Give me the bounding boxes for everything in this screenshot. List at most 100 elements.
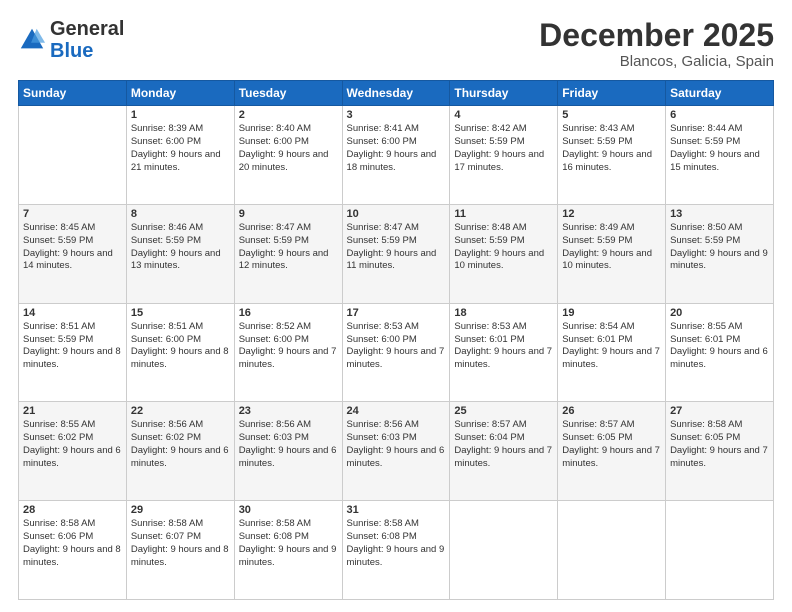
col-sunday: Sunday	[19, 81, 127, 106]
table-row: 24 Sunrise: 8:56 AM Sunset: 6:03 PM Dayli…	[342, 402, 450, 501]
day-number: 22	[131, 405, 230, 417]
day-number: 23	[239, 405, 338, 417]
cell-info: Sunrise: 8:55 AM Sunset: 6:02 PM Dayligh…	[23, 419, 122, 470]
cell-info: Sunrise: 8:57 AM Sunset: 6:05 PM Dayligh…	[562, 419, 661, 470]
table-row: 21 Sunrise: 8:55 AM Sunset: 6:02 PM Dayli…	[19, 402, 127, 501]
cell-info: Sunrise: 8:53 AM Sunset: 6:01 PM Dayligh…	[454, 321, 553, 372]
cell-info: Sunrise: 8:57 AM Sunset: 6:04 PM Dayligh…	[454, 419, 553, 470]
day-number: 2	[239, 109, 338, 121]
month-title: December 2025	[539, 18, 774, 53]
table-row: 18 Sunrise: 8:53 AM Sunset: 6:01 PM Dayli…	[450, 303, 558, 402]
table-row: 9 Sunrise: 8:47 AM Sunset: 5:59 PM Daylig…	[234, 204, 342, 303]
table-row: 26Sunrise: 8:57 AM Sunset: 6:05 PM Dayli…	[558, 402, 666, 501]
day-number: 10	[347, 208, 446, 220]
col-wednesday: Wednesday	[342, 81, 450, 106]
table-row: 22Sunrise: 8:56 AM Sunset: 6:02 PM Dayli…	[126, 402, 234, 501]
day-number: 21	[23, 405, 122, 417]
day-number: 6	[670, 109, 769, 121]
day-number: 9	[239, 208, 338, 220]
cell-info: Sunrise: 8:58 AM Sunset: 6:07 PM Dayligh…	[131, 518, 230, 569]
table-row: 2 Sunrise: 8:40 AM Sunset: 6:00 PM Daylig…	[234, 106, 342, 205]
col-monday: Monday	[126, 81, 234, 106]
day-number: 7	[23, 208, 122, 220]
day-number: 14	[23, 307, 122, 319]
day-number: 30	[239, 504, 338, 516]
day-number: 31	[347, 504, 446, 516]
table-row	[666, 501, 774, 600]
table-row	[19, 106, 127, 205]
cell-info: Sunrise: 8:58 AM Sunset: 6:08 PM Dayligh…	[239, 518, 338, 569]
table-row: 7 Sunrise: 8:45 AM Sunset: 5:59 PM Daylig…	[19, 204, 127, 303]
day-number: 17	[347, 307, 446, 319]
day-number: 19	[562, 307, 661, 319]
day-number: 15	[131, 307, 230, 319]
table-row: 15 Sunrise: 8:51 AM Sunset: 6:00 PM Dayli…	[126, 303, 234, 402]
cell-info: Sunrise: 8:43 AM Sunset: 5:59 PM Dayligh…	[562, 123, 661, 174]
cell-info: Sunrise: 8:56 AM Sunset: 6:03 PM Dayligh…	[347, 419, 446, 470]
logo-text: General Blue	[50, 18, 124, 62]
logo: General Blue	[18, 18, 124, 62]
cell-info: Sunrise: 8:48 AM Sunset: 5:59 PM Dayligh…	[454, 222, 553, 273]
day-number: 4	[454, 109, 553, 121]
cell-info: Sunrise: 8:45 AM Sunset: 5:59 PM Dayligh…	[23, 222, 122, 273]
table-row: 23 Sunrise: 8:56 AM Sunset: 6:03 PM Dayli…	[234, 402, 342, 501]
cell-info: Sunrise: 8:51 AM Sunset: 6:00 PM Dayligh…	[131, 321, 230, 372]
table-row	[558, 501, 666, 600]
col-tuesday: Tuesday	[234, 81, 342, 106]
location: Blancos, Galicia, Spain	[539, 53, 774, 70]
table-row: 29Sunrise: 8:58 AM Sunset: 6:07 PM Dayli…	[126, 501, 234, 600]
table-row: 27 Sunrise: 8:58 AM Sunset: 6:05 PM Dayli…	[666, 402, 774, 501]
calendar-week-row: 7 Sunrise: 8:45 AM Sunset: 5:59 PM Daylig…	[19, 204, 774, 303]
table-row: 1Sunrise: 8:39 AM Sunset: 6:00 PM Daylig…	[126, 106, 234, 205]
table-row: 12 Sunrise: 8:49 AM Sunset: 5:59 PM Dayli…	[558, 204, 666, 303]
col-friday: Friday	[558, 81, 666, 106]
table-row: 28 Sunrise: 8:58 AM Sunset: 6:06 PM Dayli…	[19, 501, 127, 600]
table-row: 20Sunrise: 8:55 AM Sunset: 6:01 PM Dayli…	[666, 303, 774, 402]
day-number: 8	[131, 208, 230, 220]
calendar-week-row: 14 Sunrise: 8:51 AM Sunset: 5:59 PM Dayli…	[19, 303, 774, 402]
cell-info: Sunrise: 8:49 AM Sunset: 5:59 PM Dayligh…	[562, 222, 661, 273]
cell-info: Sunrise: 8:46 AM Sunset: 5:59 PM Dayligh…	[131, 222, 230, 273]
table-row: 30 Sunrise: 8:58 AM Sunset: 6:08 PM Dayli…	[234, 501, 342, 600]
cell-info: Sunrise: 8:50 AM Sunset: 5:59 PM Dayligh…	[670, 222, 769, 273]
table-row: 3 Sunrise: 8:41 AM Sunset: 6:00 PM Daylig…	[342, 106, 450, 205]
day-number: 18	[454, 307, 553, 319]
table-row: 5 Sunrise: 8:43 AM Sunset: 5:59 PM Daylig…	[558, 106, 666, 205]
cell-info: Sunrise: 8:58 AM Sunset: 6:08 PM Dayligh…	[347, 518, 446, 569]
title-block: December 2025 Blancos, Galicia, Spain	[539, 18, 774, 70]
day-number: 28	[23, 504, 122, 516]
table-row: 14 Sunrise: 8:51 AM Sunset: 5:59 PM Dayli…	[19, 303, 127, 402]
table-row: 17Sunrise: 8:53 AM Sunset: 6:00 PM Dayli…	[342, 303, 450, 402]
day-number: 13	[670, 208, 769, 220]
calendar-week-row: 21 Sunrise: 8:55 AM Sunset: 6:02 PM Dayli…	[19, 402, 774, 501]
col-thursday: Thursday	[450, 81, 558, 106]
day-number: 27	[670, 405, 769, 417]
cell-info: Sunrise: 8:51 AM Sunset: 5:59 PM Dayligh…	[23, 321, 122, 372]
logo-icon	[18, 26, 46, 54]
cell-info: Sunrise: 8:42 AM Sunset: 5:59 PM Dayligh…	[454, 123, 553, 174]
day-number: 12	[562, 208, 661, 220]
cell-info: Sunrise: 8:56 AM Sunset: 6:03 PM Dayligh…	[239, 419, 338, 470]
cell-info: Sunrise: 8:55 AM Sunset: 6:01 PM Dayligh…	[670, 321, 769, 372]
calendar-week-row: 1Sunrise: 8:39 AM Sunset: 6:00 PM Daylig…	[19, 106, 774, 205]
header: General Blue December 2025 Blancos, Gali…	[18, 18, 774, 70]
table-row	[450, 501, 558, 600]
table-row: 13 Sunrise: 8:50 AM Sunset: 5:59 PM Dayli…	[666, 204, 774, 303]
day-number: 11	[454, 208, 553, 220]
cell-info: Sunrise: 8:40 AM Sunset: 6:00 PM Dayligh…	[239, 123, 338, 174]
cell-info: Sunrise: 8:47 AM Sunset: 5:59 PM Dayligh…	[239, 222, 338, 273]
table-row: 25Sunrise: 8:57 AM Sunset: 6:04 PM Dayli…	[450, 402, 558, 501]
cell-info: Sunrise: 8:41 AM Sunset: 6:00 PM Dayligh…	[347, 123, 446, 174]
cell-info: Sunrise: 8:47 AM Sunset: 5:59 PM Dayligh…	[347, 222, 446, 273]
cell-info: Sunrise: 8:58 AM Sunset: 6:06 PM Dayligh…	[23, 518, 122, 569]
col-saturday: Saturday	[666, 81, 774, 106]
table-row: 16Sunrise: 8:52 AM Sunset: 6:00 PM Dayli…	[234, 303, 342, 402]
page: General Blue December 2025 Blancos, Gali…	[0, 0, 792, 612]
table-row: 31 Sunrise: 8:58 AM Sunset: 6:08 PM Dayli…	[342, 501, 450, 600]
day-number: 24	[347, 405, 446, 417]
cell-info: Sunrise: 8:58 AM Sunset: 6:05 PM Dayligh…	[670, 419, 769, 470]
day-number: 3	[347, 109, 446, 121]
day-number: 16	[239, 307, 338, 319]
day-number: 5	[562, 109, 661, 121]
table-row: 19Sunrise: 8:54 AM Sunset: 6:01 PM Dayli…	[558, 303, 666, 402]
